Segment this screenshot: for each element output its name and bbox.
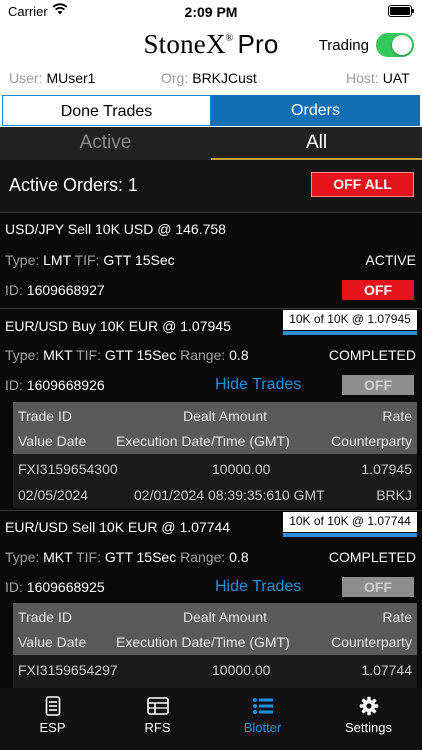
dealt-amount: 10000.00 [212, 662, 271, 678]
header-dealt-amount: Dealt Amount [183, 408, 268, 424]
bottom-tab-bar: ESP RFS Blotter Settings [0, 688, 422, 750]
trading-label: Trading [318, 37, 369, 54]
trade-rate: 1.07945 [361, 461, 412, 477]
order-off-button[interactable]: OFF [342, 577, 414, 597]
order-card: EUR/USD Sell 10K EUR @ 1.07744 10K of 10… [0, 510, 422, 689]
value-date: 02/05/2024 [18, 487, 89, 503]
order-status: ACTIVE [365, 252, 416, 268]
header-counterparty: Counterparty [331, 634, 412, 650]
app-header: Carrier 2:09 PM StoneX® Pro Trading User:… [0, 0, 422, 93]
toggle-knob [392, 35, 412, 55]
fill-progress-bar [283, 533, 417, 537]
order-details: Type: MKT TIF: GTT 15Sec Range: 0.8 [5, 347, 249, 363]
header-dealt-amount: Dealt Amount [183, 609, 268, 625]
tab-settings[interactable]: Settings [316, 696, 421, 735]
order-off-button[interactable]: OFF [342, 375, 414, 395]
header-execution-time: Execution Date/Time (GMT) [116, 433, 290, 449]
header-trade-id: Trade ID [18, 609, 72, 625]
order-id: ID: 1609668925 [5, 579, 105, 595]
dealt-amount: 10000.00 [212, 461, 271, 477]
header-rate: Rate [382, 408, 412, 424]
tab-done-trades[interactable]: Done Trades [2, 95, 211, 126]
hide-trades-link[interactable]: Hide Trades [215, 376, 301, 394]
hide-trades-link[interactable]: Hide Trades [215, 578, 301, 596]
order-status: COMPLETED [328, 347, 416, 363]
order-title: EUR/USD Sell 10K EUR @ 1.07744 [5, 519, 231, 535]
fill-badge: 10K of 10K @ 1.07945 [283, 310, 417, 330]
order-id: ID: 1609668927 [5, 282, 105, 298]
active-orders-summary: Active Orders: 1 OFF ALL [0, 160, 422, 212]
trade-rate: 1.07744 [361, 662, 412, 678]
trades-table: Trade ID Dealt Amount Rate Value Date Ex… [13, 603, 417, 689]
brand-suffix: Pro [237, 29, 279, 59]
tab-label: ESP [39, 720, 66, 735]
order-card: USD/JPY Sell 10K USD @ 146.758 Type: LMT… [0, 212, 422, 308]
host-info: Host: UAT [346, 70, 410, 86]
order-title: EUR/USD Buy 10K EUR @ 1.07945 [5, 318, 231, 334]
order-title: USD/JPY Sell 10K USD @ 146.758 [5, 221, 226, 237]
esp-icon [0, 696, 105, 716]
order-status: COMPLETED [328, 549, 416, 565]
brand-registered-mark: ® [225, 33, 234, 44]
header-counterparty: Counterparty [331, 433, 412, 449]
header-execution-time: Execution Date/Time (GMT) [116, 634, 290, 650]
order-off-button[interactable]: OFF [342, 280, 414, 300]
tab-blotter[interactable]: Blotter [210, 696, 315, 735]
segment-control: Done Trades Orders [0, 93, 422, 127]
tab-label: Blotter [243, 720, 282, 735]
brand-name: StoneX [143, 29, 226, 59]
org-info: Org: BRKJCust [161, 70, 257, 86]
off-all-button[interactable]: OFF ALL [311, 172, 414, 197]
header-trade-id: Trade ID [18, 408, 72, 424]
execution-time: 02/01/2024 08:39:35:610 GMT [134, 487, 325, 503]
header-value-date: Value Date [18, 433, 87, 449]
order-filter-tabs: Active All [0, 127, 422, 160]
rfs-icon [105, 696, 210, 716]
user-info: User: MUser1 [9, 70, 96, 86]
counterparty: BRKJ [376, 487, 412, 503]
order-card: EUR/USD Buy 10K EUR @ 1.07945 10K of 10K… [0, 308, 422, 510]
status-bar: Carrier 2:09 PM [0, 0, 422, 24]
trade-id: FXI3159654297 [18, 662, 118, 678]
fill-progress-bar [283, 331, 417, 335]
trades-table-header: Trade ID Dealt Amount Rate Value Date Ex… [13, 603, 417, 655]
battery-icon [388, 5, 414, 17]
order-details: Type: LMT TIF: GTT 15Sec [5, 252, 175, 268]
tab-esp[interactable]: ESP [0, 696, 105, 735]
tab-active[interactable]: Active [0, 127, 211, 160]
tab-orders[interactable]: Orders [211, 95, 420, 126]
tab-label: Settings [345, 720, 392, 735]
trade-id: FXI3159654300 [18, 461, 118, 477]
table-row: FXI3159654300 10000.00 1.07945 02/05/202… [13, 454, 417, 508]
header-value-date: Value Date [18, 634, 87, 650]
trading-toggle[interactable] [376, 33, 414, 57]
trades-table-header: Trade ID Dealt Amount Rate Value Date Ex… [13, 402, 417, 454]
status-time: 2:09 PM [184, 4, 238, 20]
order-id: ID: 1609668926 [5, 377, 105, 393]
active-orders-count: Active Orders: 1 [9, 175, 139, 195]
header-rate: Rate [382, 609, 412, 625]
order-details: Type: MKT TIF: GTT 15Sec Range: 0.8 [5, 549, 249, 565]
trades-table: Trade ID Dealt Amount Rate Value Date Ex… [13, 402, 417, 508]
tab-label: RFS [144, 720, 171, 735]
tab-all[interactable]: All [211, 127, 422, 160]
table-row: FXI3159654297 10000.00 1.07744 [13, 655, 417, 689]
blotter-list-icon [210, 696, 315, 716]
tab-rfs[interactable]: RFS [105, 696, 210, 735]
fill-badge: 10K of 10K @ 1.07744 [283, 512, 417, 532]
gear-icon [316, 696, 421, 716]
